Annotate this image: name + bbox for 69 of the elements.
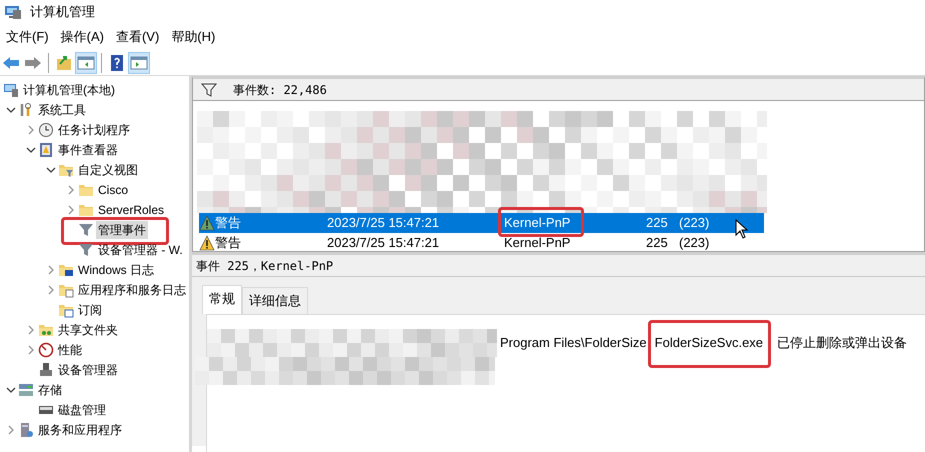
tree-item[interactable]: 任务计划程序 <box>56 121 132 139</box>
tree-item[interactable]: 管理事件 <box>96 221 148 239</box>
menu-item[interactable]: 帮助(H) <box>165 27 222 47</box>
storage-icon <box>18 382 34 398</box>
detail-title: 事件 225，Kernel-PnP <box>196 258 334 274</box>
tree-item[interactable]: 存储 <box>36 381 64 399</box>
description-text: Program Files\FolderSize <box>499 334 648 352</box>
mouse-pointer-icon <box>735 219 749 239</box>
tree-item[interactable]: 自定义视图 <box>76 161 140 179</box>
tree-item[interactable]: 设备管理器 - W. <box>96 241 185 259</box>
tree-item[interactable]: 计算机管理(本地) <box>21 81 117 99</box>
level-cell-text: 警告 <box>215 234 242 252</box>
folder-filter-icon <box>58 162 74 178</box>
computer-icon <box>3 82 19 98</box>
window-title: 计算机管理 <box>30 3 95 22</box>
clock-icon <box>38 122 54 138</box>
tree-item[interactable]: Cisco <box>96 181 130 199</box>
date-cell-text: 2023/7/25 15:47:21 <box>327 214 440 232</box>
warning-icon <box>199 215 215 231</box>
warning-icon <box>199 235 215 251</box>
show-tree-button[interactable] <box>75 52 97 74</box>
show-action-button[interactable] <box>128 52 150 74</box>
source-cell: Kernel-PnP <box>504 213 646 233</box>
folder-calendar-icon <box>58 302 74 318</box>
date-cell-text: 2023/7/25 15:47:21 <box>327 234 440 252</box>
tab[interactable]: 常规 <box>202 285 242 314</box>
shared-folder-icon <box>38 322 54 338</box>
filter-icon <box>78 222 94 238</box>
category-cell-text: (223) <box>679 214 710 232</box>
event-row[interactable]: 警告 2023/7/25 15:47:21 Kernel-PnP 225 (223) <box>199 233 764 253</box>
tree-item[interactable]: Windows 日志 <box>76 261 156 279</box>
tree-item[interactable]: 共享文件夹 <box>56 321 120 339</box>
gauge-icon <box>38 342 54 358</box>
tree-item[interactable]: ServerRoles <box>96 201 166 219</box>
folder-monitor-icon <box>58 262 74 278</box>
tree-item[interactable]: 应用程序和服务日志 <box>76 281 188 299</box>
menu-item[interactable]: 操作(A) <box>54 27 110 47</box>
event-count: 事件数: 22,486 <box>233 82 327 98</box>
device-icon <box>38 362 54 378</box>
source-cell-text: Kernel-PnP <box>504 234 572 252</box>
folder-up-icon <box>55 54 73 72</box>
tree-item[interactable]: 服务和应用程序 <box>36 421 124 439</box>
folder-icon <box>78 182 94 198</box>
tree-item[interactable]: 事件查看器 <box>56 141 120 159</box>
app-icon <box>4 4 22 20</box>
event-id-cell-text: 225 <box>646 214 669 232</box>
tree-item[interactable]: 订阅 <box>76 301 104 319</box>
menu-item[interactable]: 查看(V) <box>110 27 166 47</box>
tree-item[interactable]: 系统工具 <box>36 101 88 119</box>
filter-icon <box>78 242 94 258</box>
help-icon <box>108 54 126 72</box>
show-action-icon <box>130 54 148 72</box>
description-text: 已停止删除或弹出设备 <box>776 334 908 352</box>
filter-icon <box>201 82 217 96</box>
folder-window-icon <box>58 282 74 298</box>
menu-item[interactable]: 文件(F) <box>0 27 55 47</box>
tree-item[interactable]: 磁盘管理 <box>56 401 108 419</box>
tab[interactable]: 详细信息 <box>242 287 308 314</box>
tree-item[interactable]: 性能 <box>56 341 84 359</box>
folder-icon <box>78 202 94 218</box>
log-book-icon <box>38 142 54 158</box>
event-id-cell-text: 225 <box>646 234 669 252</box>
tools-icon <box>18 102 34 118</box>
tree-item[interactable]: 设备管理器 <box>56 361 120 379</box>
category-cell-text: (223) <box>679 234 710 252</box>
server-icon <box>18 422 34 438</box>
level-cell-text: 警告 <box>215 214 242 232</box>
description-text: FolderSizeSvc.exe <box>652 332 766 352</box>
show-tree-icon <box>77 54 95 72</box>
